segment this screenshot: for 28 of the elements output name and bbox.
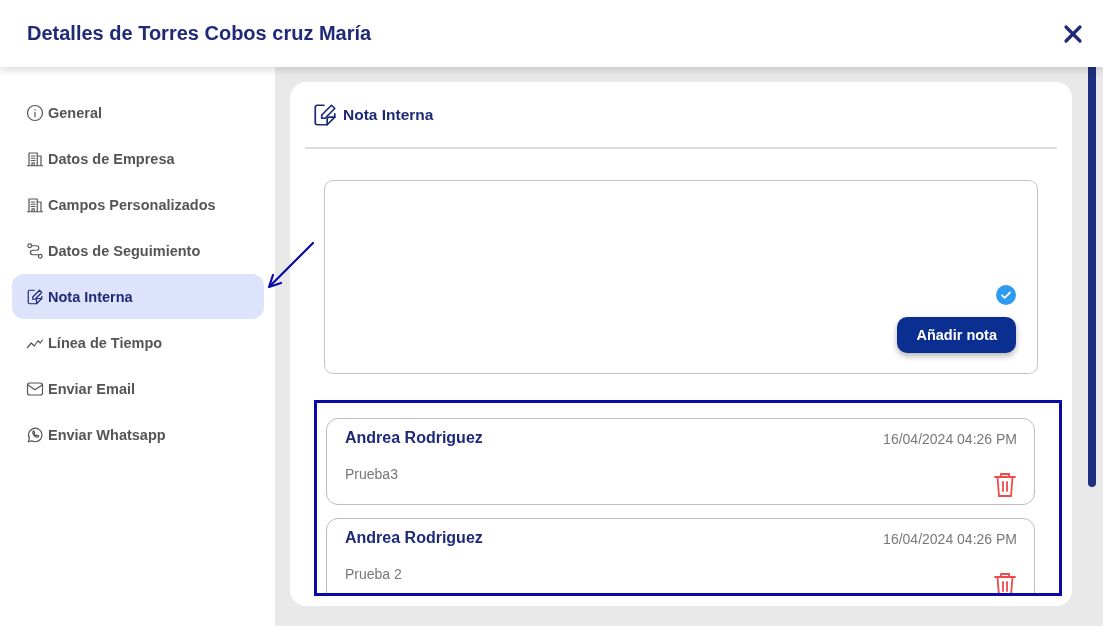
sidebar-item[interactable]: Línea de Tiempo: [12, 320, 264, 365]
note-author: Andrea Rodriguez: [345, 429, 484, 448]
note-date: 16/04/2024 04:26 PM: [883, 430, 1017, 449]
sidebar-item[interactable]: Nota Interna: [12, 274, 264, 319]
note-input-field[interactable]: Añadir nota: [324, 180, 1038, 374]
sidebar-item[interactable]: Datos de Seguimiento: [12, 228, 264, 273]
scrollbar-thumb[interactable]: [1088, 67, 1096, 487]
note-text: Prueba3: [345, 465, 399, 484]
info-icon: [26, 103, 44, 122]
check-icon: [996, 285, 1016, 305]
route-icon: [26, 241, 44, 260]
building-icon: [26, 195, 44, 214]
sidebar-item[interactable]: Datos de Empresa: [12, 136, 264, 181]
add-note-button[interactable]: Añadir nota: [897, 317, 1016, 353]
edit-icon: [26, 287, 44, 306]
note-author: Andrea Rodriguez: [345, 529, 484, 548]
sidebar-item[interactable]: General: [12, 90, 264, 135]
whatsapp-icon: [26, 425, 44, 444]
note-date: 16/04/2024 04:26 PM: [883, 530, 1017, 549]
window-title: Detalles de Torres Cobos cruz María: [27, 22, 372, 45]
sidebar-item[interactable]: Enviar Whatsapp: [12, 412, 264, 457]
sidebar-item[interactable]: Enviar Email: [12, 366, 264, 411]
note-text: Prueba 2: [345, 565, 403, 584]
panel-title: Nota Interna: [343, 106, 434, 124]
mail-icon: [26, 379, 44, 398]
sidebar-item[interactable]: Campos Personalizados: [12, 182, 264, 227]
edit-icon: [312, 102, 338, 128]
building-icon: [26, 149, 44, 168]
